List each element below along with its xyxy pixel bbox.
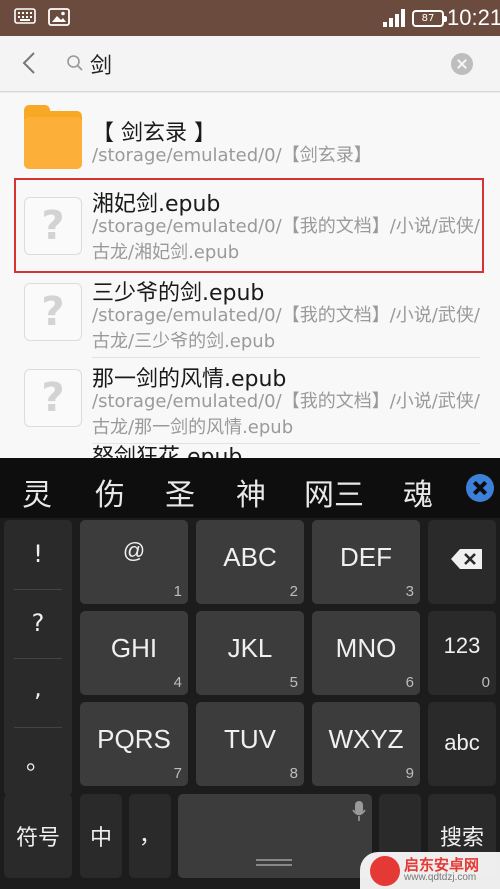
candidate-word[interactable]: 圣 [165,470,195,514]
key-5[interactable]: JKL 5 [196,611,304,695]
key-8[interactable]: TUV 8 [196,702,304,786]
keyboard-icon [14,8,36,24]
search-results-list: 【 剑玄录 】 /storage/emulated/0/【剑玄录】 ? 湘妃剑.… [0,93,500,458]
list-item[interactable]: 【 剑玄录 】 /storage/emulated/0/【剑玄录】 [0,93,500,178]
watermark-logo-icon [370,856,400,886]
unknown-file-icon: ? [24,369,82,427]
candidate-bar: 灵 伤 圣 神 网三 魂 [0,458,500,518]
comma-key[interactable]: ， [129,794,171,878]
list-item[interactable]: ? 三少爷的剑.epub /storage/emulated/0/【我的文档】/… [0,273,500,359]
key-9[interactable]: WXYZ 9 [312,702,420,786]
status-time: 10:21 [447,5,500,30]
key-6[interactable]: MNO 6 [312,611,420,695]
candidate-word[interactable]: 网三 [304,470,364,514]
search-input[interactable]: 剑 [90,48,112,80]
symbol-key[interactable]: ? [4,589,72,658]
list-item-path: /storage/emulated/0/【剑玄录】 [92,145,372,166]
backspace-key[interactable] [428,520,496,604]
search-icon [67,55,83,71]
list-item[interactable]: ? 那一剑的风情.epub /storage/emulated/0/【我的文档】… [0,359,500,445]
symbol-key[interactable]: ! [4,520,72,589]
watermark: 启东安卓网 www.qdtdzj.com [360,852,500,889]
space-indicator [256,859,292,861]
key-1[interactable]: @ 1 [80,520,188,604]
back-arrow-icon[interactable] [18,50,42,76]
candidate-word[interactable]: 魂 [403,470,433,514]
space-key[interactable] [178,794,372,878]
image-icon [48,8,70,26]
candidate-word[interactable]: 伤 [95,470,125,514]
search-bar: 剑 [0,36,500,92]
highlight-box [14,178,484,273]
symbol-key[interactable]: 。 [4,727,72,796]
abc-key[interactable]: abc [428,702,496,786]
status-bar: 87 10:21 [0,0,500,36]
list-item-path: /storage/emulated/0/【我的文档】/小说/武侠/古龙/三少爷的… [92,305,480,352]
list-item-title: 怒剑狂花.epub [92,445,243,458]
key-7[interactable]: PQRS 7 [80,702,188,786]
close-candidates-icon[interactable] [466,474,494,502]
candidate-word[interactable]: 灵 [22,470,52,514]
key-3[interactable]: DEF 3 [312,520,420,604]
clear-search-icon[interactable] [451,53,473,75]
candidate-word[interactable]: 神 [236,470,266,514]
backspace-icon [451,549,482,569]
microphone-icon [352,801,366,821]
space-indicator [256,864,292,866]
battery-icon: 87 [412,10,447,27]
symbols-key[interactable]: 符号 [4,794,72,878]
unknown-file-icon: ? [24,283,82,341]
list-item-path: /storage/emulated/0/【我的文档】/小说/武侠/古龙/那一剑的… [92,391,480,438]
language-key[interactable]: 中 [80,794,122,878]
signal-icon [383,9,405,27]
soft-keyboard: 灵 伤 圣 神 网三 魂 ! ? , 。 @ 1 ABC 2 DEF 3 GHI [0,458,500,889]
list-item[interactable]: 怒剑狂花.epub [0,445,500,458]
symbol-column: ! ? , 。 [4,520,72,796]
folder-icon [24,105,82,169]
numeric-key[interactable]: 123 0 [428,611,496,695]
divider [92,357,480,358]
symbol-key[interactable]: , [4,654,72,723]
watermark-url: www.qdtdzj.com [404,872,477,883]
key-4[interactable]: GHI 4 [80,611,188,695]
key-2[interactable]: ABC 2 [196,520,304,604]
